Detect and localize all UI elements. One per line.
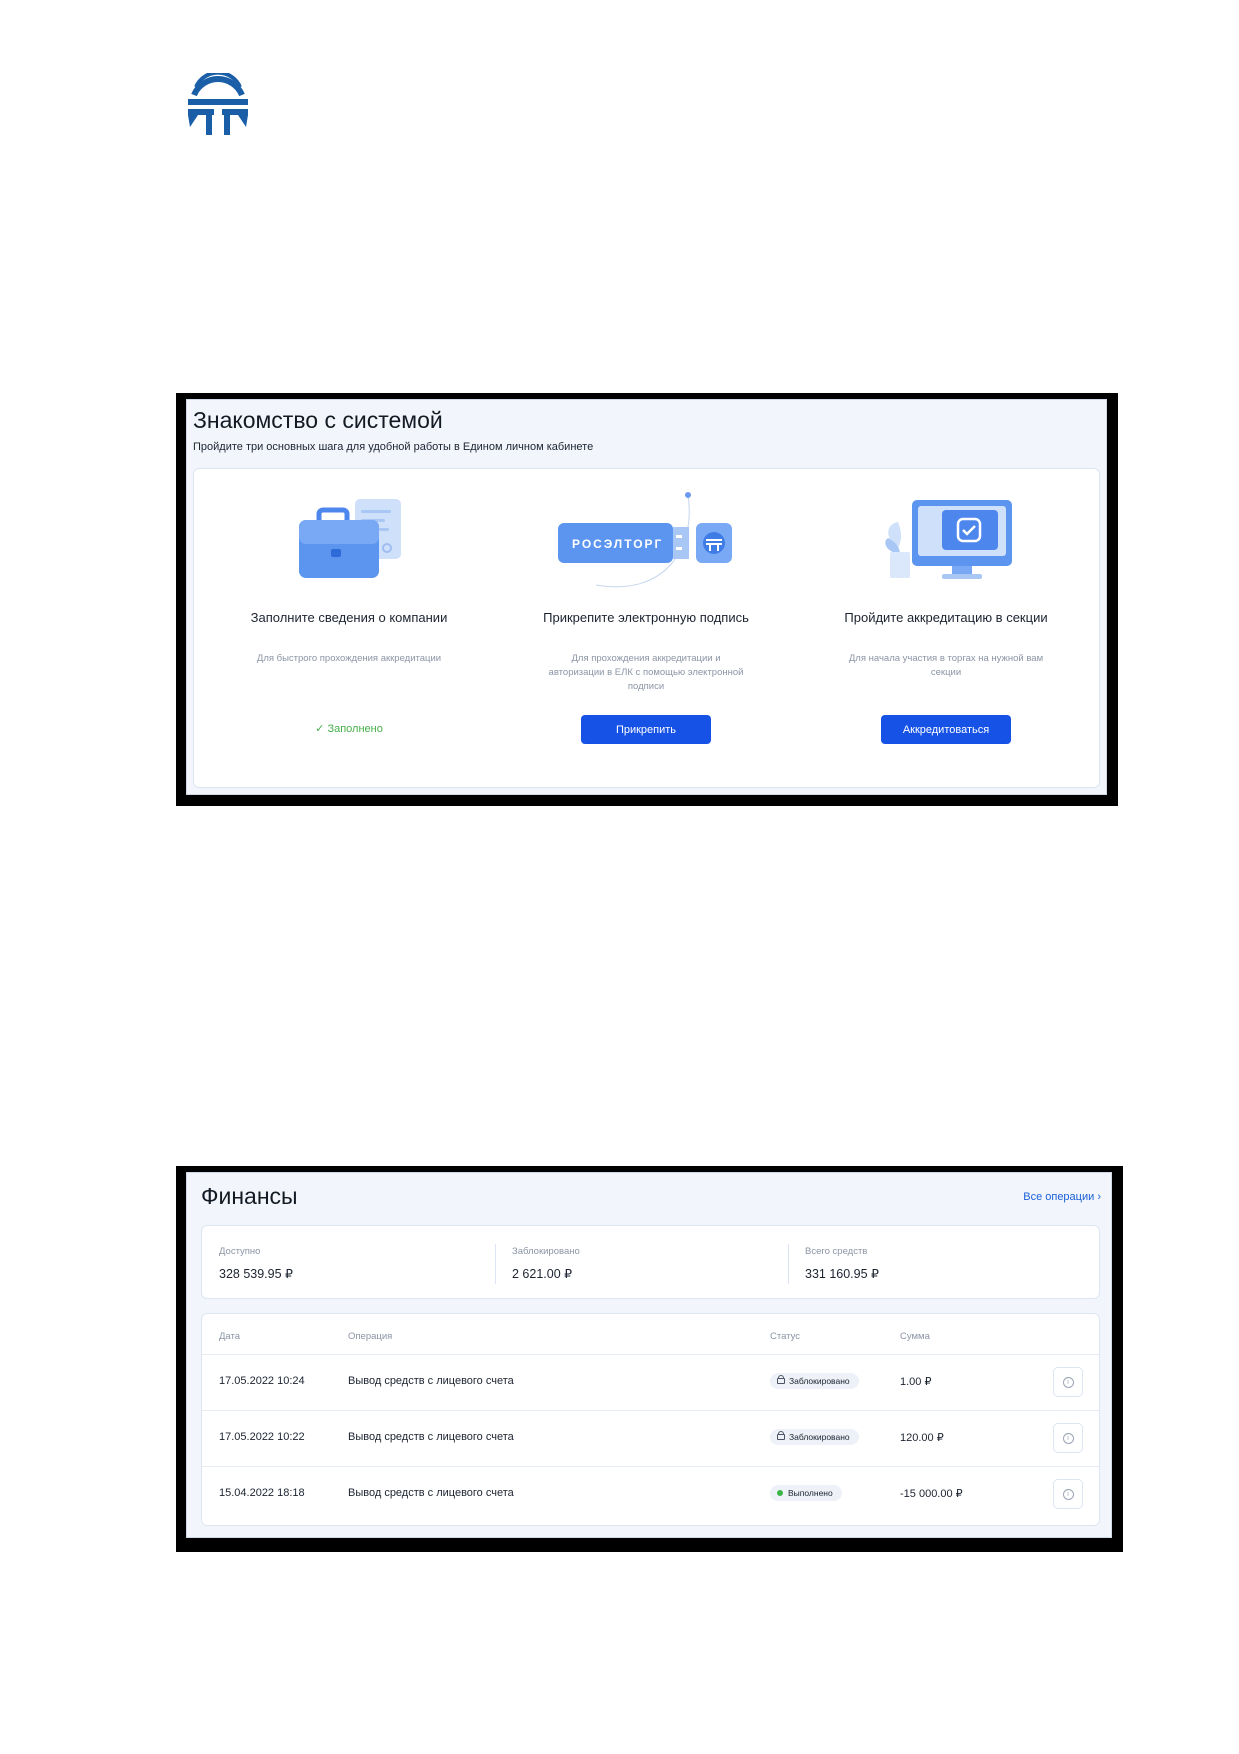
status-badge: Заблокировано <box>770 1373 859 1389</box>
attach-signature-button[interactable]: Прикрепить <box>581 715 711 744</box>
chevron-right-icon: › <box>1097 1191 1101 1203</box>
lock-icon <box>777 1375 785 1384</box>
operation-name: Вывод средств с лицевого счета <box>348 1375 514 1387</box>
briefcase-document-icon <box>299 499 401 578</box>
step-digital-signature: РОСЭЛТОРГ Прикрепите электронную подпись… <box>516 469 776 787</box>
operation-info-button[interactable]: i <box>1053 1367 1083 1397</box>
lock-icon <box>777 1431 785 1440</box>
info-icon: i <box>1062 1432 1074 1444</box>
operation-info-button[interactable]: i <box>1053 1423 1083 1453</box>
onboarding-panel: Знакомство с системой Пройдите три основ… <box>186 399 1107 795</box>
accreditation-button[interactable]: Аккредитоваться <box>881 715 1011 744</box>
step-description: Для начала участия в торгах на нужной ва… <box>848 653 1044 678</box>
balance-label: Доступно <box>219 1246 261 1257</box>
info-icon: i <box>1062 1376 1074 1388</box>
step-title: Пройдите аккредитацию в секции <box>844 610 1048 625</box>
all-operations-link[interactable]: Все операции › <box>1023 1191 1101 1203</box>
finance-title: Финансы <box>201 1183 298 1209</box>
operation-amount: -15 000.00 ₽ <box>900 1488 963 1500</box>
operation-name: Вывод средств с лицевого счета <box>348 1431 514 1443</box>
operation-amount: 120.00 ₽ <box>900 1432 944 1444</box>
table-row[interactable]: 17.05.2022 10:24 Вывод средств с лицевог… <box>202 1355 1099 1411</box>
finance-panel: Финансы Все операции › Доступно 328 539.… <box>186 1172 1112 1538</box>
finance-screenshot: Финансы Все операции › Доступно 328 539.… <box>176 1166 1123 1552</box>
table-row[interactable]: 15.04.2022 18:18 Вывод средств с лицевог… <box>202 1467 1099 1522</box>
step-accreditation: Пройдите аккредитацию в секции Для начал… <box>816 469 1076 787</box>
operation-date: 17.05.2022 10:24 <box>219 1375 305 1387</box>
step-company-info: Заполните сведения о компании Для быстро… <box>219 469 479 787</box>
onboarding-steps-card: Заполните сведения о компании Для быстро… <box>193 468 1100 788</box>
column-header-date: Дата <box>219 1331 241 1342</box>
step-description: Для быстрого прохождения аккредитации <box>256 653 442 664</box>
status-label: Заблокировано <box>789 1376 850 1386</box>
success-dot-icon <box>777 1490 783 1496</box>
checkmark-icon: ✓ <box>315 723 325 735</box>
column-header-amount: Сумма <box>900 1331 930 1342</box>
table-row[interactable]: 17.05.2022 10:22 Вывод средств с лицевог… <box>202 1411 1099 1467</box>
usb-token-icon: РОСЭЛТОРГ <box>558 492 732 588</box>
balance-total: Всего средств 331 160.95 ₽ <box>788 1226 1083 1298</box>
operations-table: Дата Операция Статус Сумма 17.05.2022 10… <box>201 1313 1100 1526</box>
token-brand-text: РОСЭЛТОРГ <box>572 537 663 551</box>
operation-amount: 1.00 ₽ <box>900 1376 932 1388</box>
status-badge: Заблокировано <box>770 1429 859 1445</box>
balance-value: 2 621.00 ₽ <box>512 1267 573 1281</box>
balance-label: Заблокировано <box>512 1246 580 1257</box>
step-status-label: Заполнено <box>327 723 383 735</box>
balance-value: 328 539.95 ₽ <box>219 1267 293 1281</box>
step-title: Заполните сведения о компании <box>250 610 448 625</box>
balance-available: Доступно 328 539.95 ₽ <box>202 1226 497 1298</box>
monitor-checkmark-icon <box>885 500 1012 579</box>
step-title: Прикрепите электронную подпись <box>543 610 749 625</box>
operation-date: 17.05.2022 10:22 <box>219 1431 305 1443</box>
balance-value: 331 160.95 ₽ <box>805 1267 879 1281</box>
all-operations-label: Все операции <box>1023 1191 1095 1203</box>
operation-name: Вывод средств с лицевого счета <box>348 1487 514 1499</box>
table-header: Дата Операция Статус Сумма <box>202 1314 1099 1355</box>
info-icon: i <box>1062 1488 1074 1500</box>
operation-date: 15.04.2022 18:18 <box>219 1487 305 1499</box>
step-status-completed: ✓ Заполнено <box>219 722 479 735</box>
column-header-operation: Операция <box>348 1331 393 1342</box>
onboarding-subtitle: Пройдите три основных шага для удобной р… <box>193 441 594 453</box>
status-badge: Выполнено <box>770 1485 842 1501</box>
status-label: Заблокировано <box>789 1432 850 1442</box>
status-label: Выполнено <box>788 1488 833 1498</box>
balance-label: Всего средств <box>805 1246 868 1257</box>
operation-info-button[interactable]: i <box>1053 1479 1083 1509</box>
onboarding-screenshot: Знакомство с системой Пройдите три основ… <box>176 393 1118 806</box>
balance-blocked: Заблокировано 2 621.00 ₽ <box>495 1226 790 1298</box>
onboarding-title: Знакомство с системой <box>193 407 443 433</box>
balances-card: Доступно 328 539.95 ₽ Заблокировано 2 62… <box>201 1225 1100 1299</box>
column-header-status: Статус <box>770 1331 801 1342</box>
step-description: Для прохождения аккредитации и авторизац… <box>548 653 744 692</box>
company-logo <box>188 73 248 135</box>
